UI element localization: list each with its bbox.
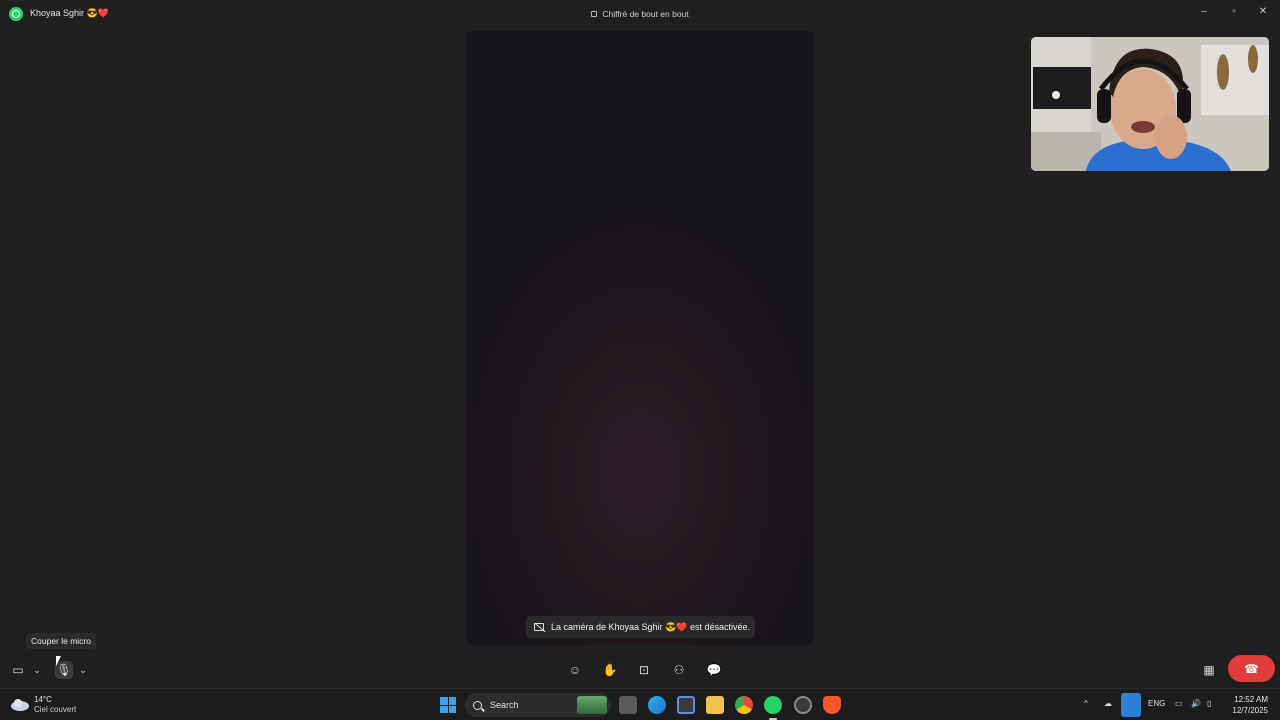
network-icon[interactable]: ▭ <box>1175 699 1183 708</box>
language-indicator[interactable]: ENG <box>1148 699 1165 708</box>
remote-video <box>467 31 813 645</box>
file-explorer-icon[interactable] <box>706 696 724 714</box>
onedrive-cloud-icon[interactable]: ☁ <box>1104 699 1112 708</box>
end-call-button[interactable]: ☎ <box>1228 655 1275 682</box>
mic-options-chevron-down-icon[interactable]: ⌄ <box>74 661 92 679</box>
taskbar-search[interactable]: Search <box>465 693 611 717</box>
self-preview-video[interactable] <box>1031 37 1269 171</box>
add-person-icon[interactable]: ⚇ <box>670 661 688 679</box>
chat-icon[interactable]: 💬 <box>705 661 723 679</box>
task-view-icon[interactable] <box>619 696 637 714</box>
app-icon[interactable] <box>794 696 812 714</box>
chrome-icon[interactable] <box>735 696 753 714</box>
self-preview-image <box>1031 37 1269 171</box>
emoji-icon[interactable]: ☺ <box>566 661 584 679</box>
camera-off-text: La caméra de Khoyaa Sghir 😎❤️ est désact… <box>551 621 751 632</box>
encryption-label: Chiffré de bout en bout <box>0 9 1280 19</box>
screen-share-icon[interactable]: ⊡ <box>635 661 653 679</box>
search-placeholder: Search <box>490 700 519 710</box>
microphone-in-use-icon[interactable] <box>1121 693 1141 717</box>
windows-start-icon[interactable] <box>440 697 456 713</box>
microsoft-store-icon[interactable] <box>677 696 695 714</box>
clock-date[interactable]: 12/7/2025 <box>1232 706 1268 715</box>
raise-hand-icon[interactable]: ✋ <box>601 661 619 679</box>
close-icon[interactable]: ✕ <box>1256 5 1270 19</box>
cloud-weather-icon[interactable] <box>10 697 30 711</box>
video-camera-icon[interactable]: ▭ <box>9 661 27 679</box>
title-bar: Khoyaa Sghir 😎❤️ Chiffré de bout en bout… <box>0 0 1280 28</box>
brave-browser-icon[interactable] <box>823 696 841 714</box>
call-window: Khoyaa Sghir 😎❤️ Chiffré de bout en bout… <box>0 0 1280 688</box>
battery-icon[interactable]: ▯ <box>1207 699 1211 708</box>
volume-icon[interactable]: 🔊 <box>1191 699 1201 708</box>
end-call-icon: ☎ <box>1244 661 1259 676</box>
taskbar: 14°C Ciel couvert Search ^ ☁ ENG ▭ 🔊 ▯ 1… <box>0 688 1280 720</box>
mouse-cursor <box>56 656 61 666</box>
grid-layout-icon[interactable]: ▦ <box>1200 661 1218 679</box>
call-controls: ▭ ⌄ 🎙 ⌄ ☺ ✋ ⊡ ⚇ 💬 ▦ ☎ <box>0 652 1280 688</box>
search-icon <box>473 700 482 710</box>
weather-temperature[interactable]: 14°C <box>34 695 52 704</box>
encryption-text: Chiffré de bout en bout <box>602 9 689 19</box>
chevron-up-icon[interactable]: ^ <box>1084 699 1088 708</box>
whatsapp-taskbar-icon[interactable] <box>764 696 782 714</box>
edge-browser-icon[interactable] <box>648 696 666 714</box>
lock-icon <box>591 11 598 17</box>
weather-description[interactable]: Ciel couvert <box>34 705 76 714</box>
maximize-icon[interactable]: ▫ <box>1227 5 1241 19</box>
clock-time[interactable]: 12:52 AM <box>1234 695 1268 704</box>
mute-tooltip: Couper le micro <box>26 633 96 649</box>
minimize-icon[interactable]: – <box>1197 5 1211 19</box>
search-highlight-image <box>577 696 607 714</box>
camera-off-icon <box>534 623 544 631</box>
camera-off-notice: La caméra de Khoyaa Sghir 😎❤️ est désact… <box>526 616 755 638</box>
camera-options-chevron-down-icon[interactable]: ⌄ <box>28 661 46 679</box>
